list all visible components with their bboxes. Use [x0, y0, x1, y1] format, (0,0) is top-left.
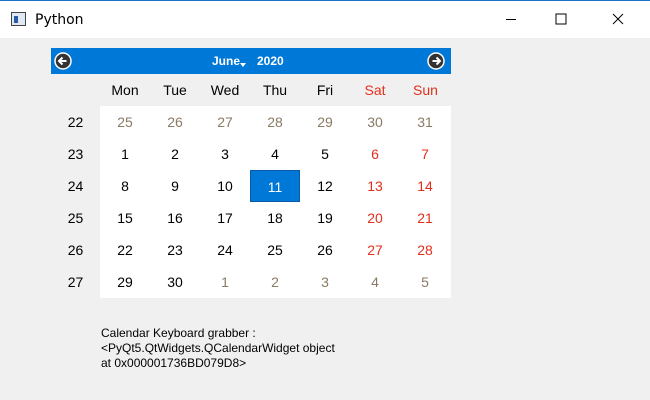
- calendar-day[interactable]: 7: [400, 138, 450, 170]
- calendar-day[interactable]: 27: [200, 106, 250, 138]
- calendar-day[interactable]: 21: [400, 202, 450, 234]
- python-app-icon: [11, 12, 26, 26]
- day-header-thu: Thu: [250, 74, 300, 106]
- calendar-day[interactable]: 6: [350, 138, 400, 170]
- title-bar: Python: [0, 0, 650, 38]
- calendar-day[interactable]: 28: [400, 234, 450, 266]
- close-icon: [612, 13, 624, 25]
- calendar-day[interactable]: 5: [300, 138, 350, 170]
- calendar-day[interactable]: 25: [100, 106, 150, 138]
- minimize-button[interactable]: [488, 1, 534, 38]
- calendar-day[interactable]: 28: [250, 106, 300, 138]
- calendar-day[interactable]: 27: [350, 234, 400, 266]
- calendar-day[interactable]: 1: [200, 266, 250, 298]
- calendar-day[interactable]: 16: [150, 202, 200, 234]
- calendar-day[interactable]: 8: [100, 170, 150, 202]
- calendar-day[interactable]: 13: [350, 170, 400, 202]
- prev-month-button[interactable]: [54, 52, 72, 70]
- calendar-day[interactable]: 30: [150, 266, 200, 298]
- calendar-day[interactable]: 23: [150, 234, 200, 266]
- week-number: 22: [67, 114, 84, 130]
- calendar-day[interactable]: 17: [200, 202, 250, 234]
- day-header-fri: Fri: [300, 74, 350, 106]
- info-line: Calendar Keyboard grabber :: [101, 326, 256, 340]
- calendar-day[interactable]: 30: [350, 106, 400, 138]
- calendar-day[interactable]: 1: [100, 138, 150, 170]
- day-header-sun: Sun: [400, 74, 451, 106]
- month-selector[interactable]: June: [212, 54, 240, 68]
- calendar-day[interactable]: 10: [200, 170, 250, 202]
- calendar-day[interactable]: 26: [150, 106, 200, 138]
- right-arrow-circle-icon: [427, 52, 445, 70]
- calendar-day[interactable]: 20: [350, 202, 400, 234]
- week-number: 26: [67, 242, 84, 258]
- calendar-day[interactable]: 31: [400, 106, 450, 138]
- calendar-day[interactable]: 4: [250, 138, 300, 170]
- left-arrow-circle-icon: [54, 52, 72, 70]
- calendar-nav-bar: June 2020: [51, 48, 451, 74]
- calendar-day[interactable]: 2: [150, 138, 200, 170]
- week-number: 23: [67, 146, 84, 162]
- calendar-day[interactable]: 19: [300, 202, 350, 234]
- calendar-day[interactable]: 12: [300, 170, 350, 202]
- calendar-day[interactable]: 26: [300, 234, 350, 266]
- week-number-column: 22 23 24 25 26 27: [51, 74, 100, 298]
- day-header-tue: Tue: [150, 74, 200, 106]
- day-header-wed: Wed: [200, 74, 250, 106]
- day-header-mon: Mon: [100, 74, 150, 106]
- month-dropdown-icon: [240, 63, 246, 67]
- calendar-day[interactable]: 9: [150, 170, 200, 202]
- calendar-day[interactable]: 15: [100, 202, 150, 234]
- info-line: at 0x000001736BD079D8>: [101, 356, 247, 370]
- calendar-day[interactable]: 22: [100, 234, 150, 266]
- minimize-icon: [506, 19, 516, 20]
- window-title: Python: [35, 12, 84, 28]
- maximize-button[interactable]: [538, 1, 584, 38]
- day-header-sat: Sat: [350, 74, 400, 106]
- close-button[interactable]: [595, 1, 641, 38]
- year-selector[interactable]: 2020: [257, 54, 284, 68]
- calendar-day[interactable]: 24: [200, 234, 250, 266]
- calendar-day[interactable]: 18: [250, 202, 300, 234]
- week-number: 24: [67, 178, 84, 194]
- calendar-day-selected[interactable]: 11: [250, 170, 300, 202]
- week-number: 27: [67, 274, 84, 290]
- calendar-day[interactable]: 29: [100, 266, 150, 298]
- calendar-day[interactable]: 4: [350, 266, 400, 298]
- maximize-icon: [555, 13, 567, 25]
- calendar-day[interactable]: 25: [250, 234, 300, 266]
- calendar-day[interactable]: 14: [400, 170, 450, 202]
- info-line: <PyQt5.QtWidgets.QCalendarWidget object: [101, 341, 335, 355]
- week-number: 25: [67, 210, 84, 226]
- calendar-day[interactable]: 29: [300, 106, 350, 138]
- calendar-widget[interactable]: June 2020 22 23 24 25 26 27 Mon Tue Wed …: [51, 48, 451, 298]
- next-month-button[interactable]: [427, 52, 445, 70]
- calendar-day[interactable]: 3: [300, 266, 350, 298]
- calendar-day[interactable]: 3: [200, 138, 250, 170]
- calendar-day[interactable]: 2: [250, 266, 300, 298]
- calendar-day[interactable]: 5: [400, 266, 450, 298]
- keyboard-grabber-label: Calendar Keyboard grabber : <PyQt5.QtWid…: [101, 326, 335, 371]
